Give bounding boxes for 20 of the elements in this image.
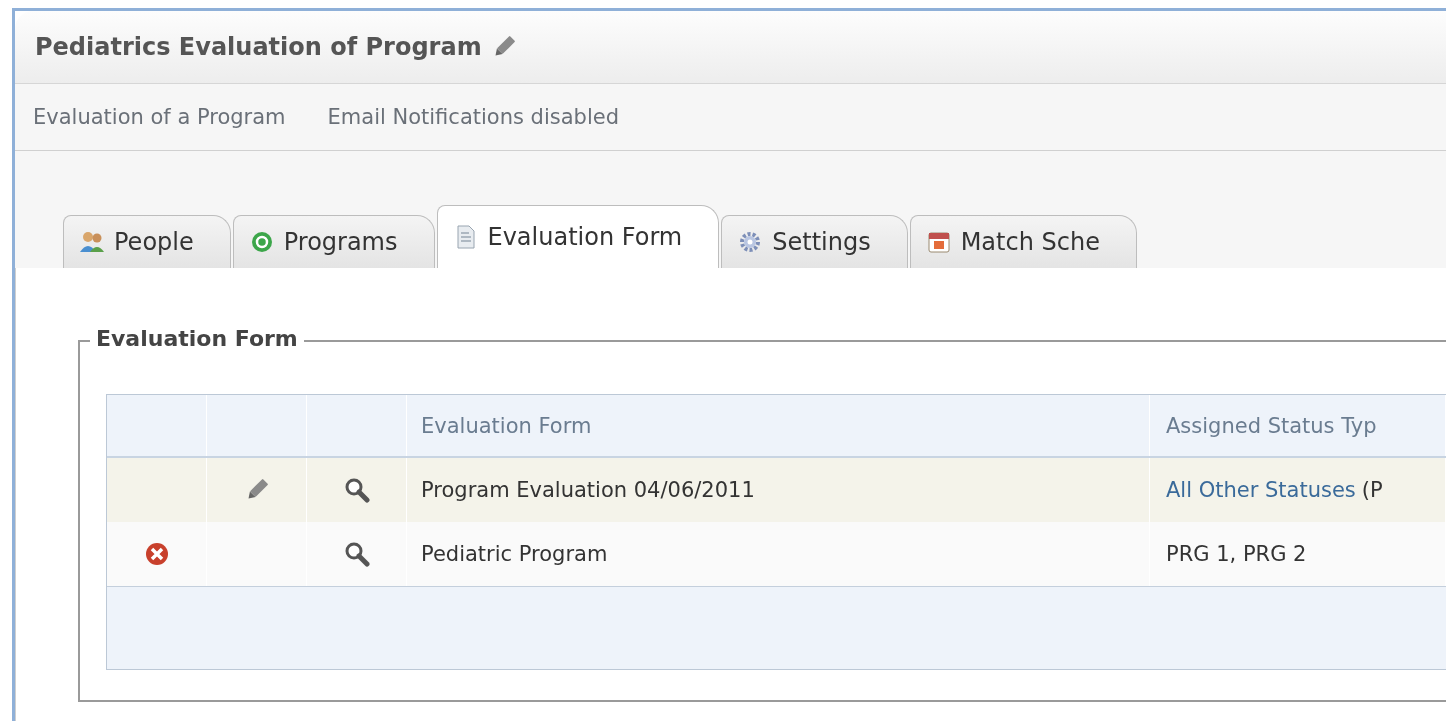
tab[interactable]: Programs bbox=[232, 215, 435, 268]
tab[interactable]: Settings bbox=[721, 215, 908, 268]
cell-text: PRG 1, PRG 2 bbox=[1166, 542, 1307, 566]
search-icon[interactable] bbox=[343, 477, 370, 503]
tab[interactable]: People bbox=[63, 215, 231, 268]
column-header[interactable]: Evaluation Form bbox=[407, 395, 1150, 456]
gear-icon bbox=[738, 230, 763, 254]
status-link[interactable]: All Other Statuses bbox=[1166, 478, 1356, 502]
page-title: Pediatrics Evaluation of Program bbox=[35, 33, 482, 61]
info-text: Email Notifications disabled bbox=[327, 105, 619, 129]
cell-text: (P bbox=[1361, 478, 1383, 502]
info-text: Evaluation of a Program bbox=[33, 105, 286, 129]
tab[interactable]: Evaluation Form bbox=[436, 205, 720, 268]
delete-icon[interactable] bbox=[144, 542, 169, 566]
table-cell: Pediatric Program bbox=[407, 522, 1150, 586]
search-icon[interactable] bbox=[343, 541, 370, 567]
column-header[interactable]: Assigned Status Typ bbox=[1150, 395, 1446, 456]
calendar-icon bbox=[926, 230, 951, 254]
tab[interactable]: Match Sche bbox=[909, 215, 1137, 268]
people-icon bbox=[80, 230, 104, 254]
